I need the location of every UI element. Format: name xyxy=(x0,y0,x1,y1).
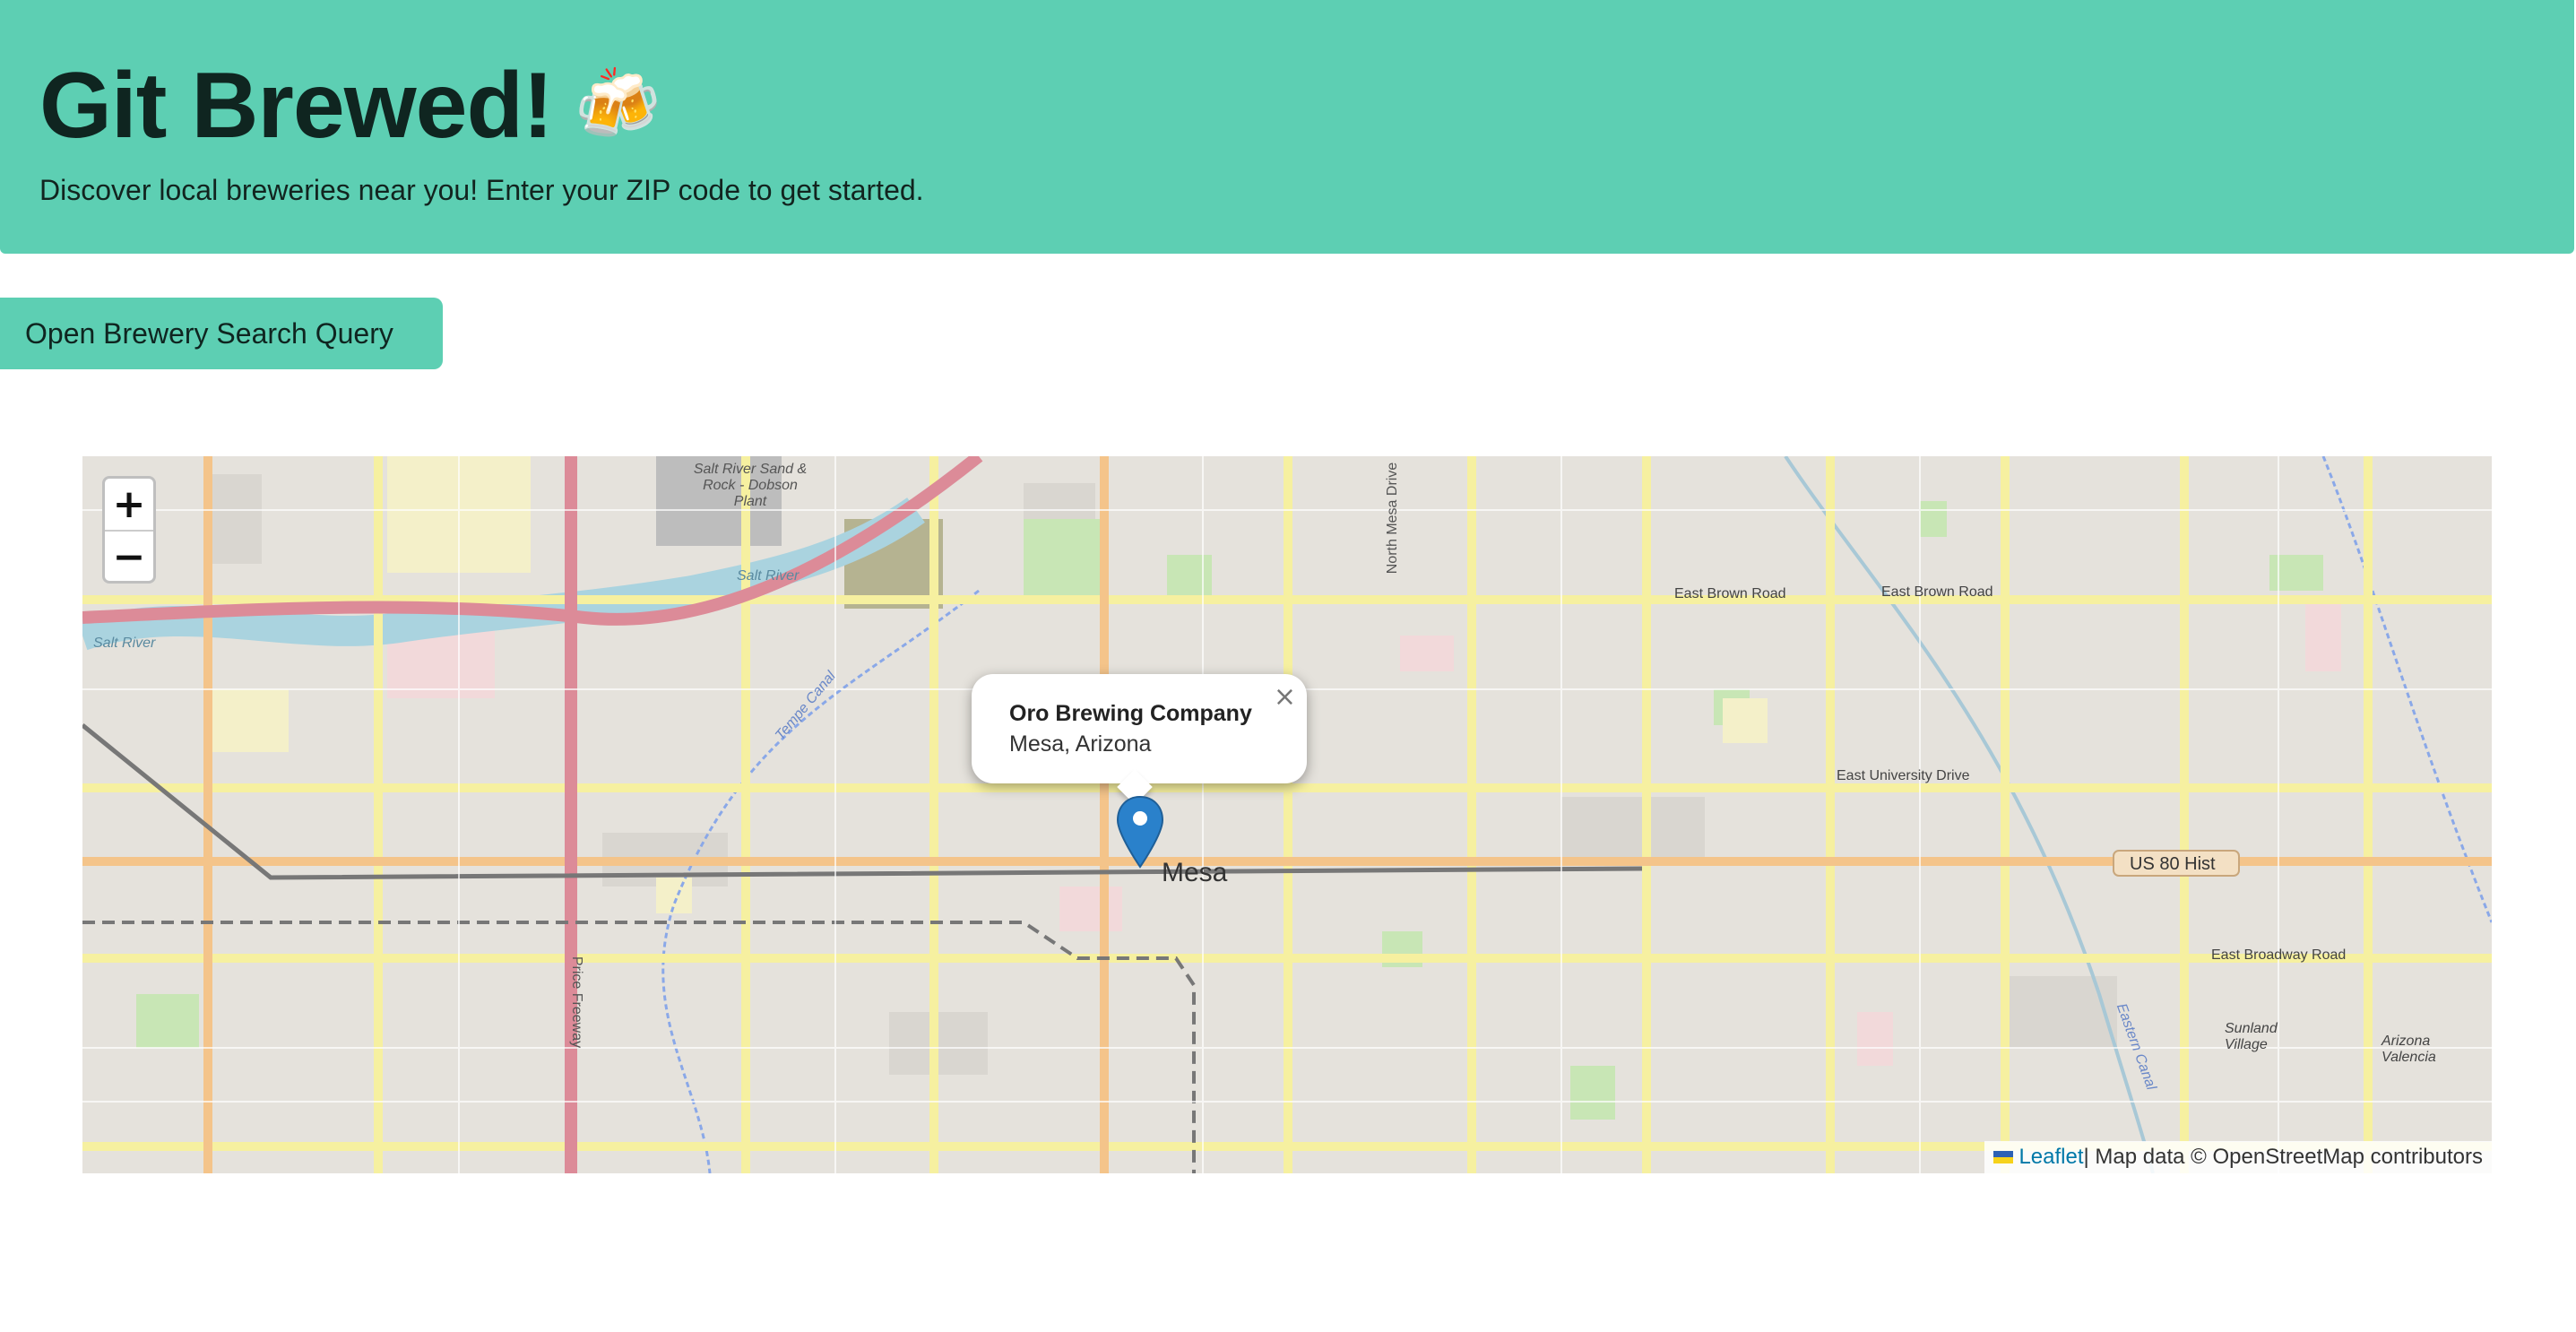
hero-header: Git Brewed! 🍻 Discover local breweries ne… xyxy=(0,0,2574,254)
map-label-north-mesa: North Mesa Drive xyxy=(1385,462,1401,575)
map-label-sunland: Sunland Village xyxy=(2225,1021,2278,1052)
map-label-city: Mesa xyxy=(1162,858,1228,887)
map-label-east-university: East University Drive xyxy=(1837,768,1970,783)
map-marker-icon[interactable] xyxy=(1116,795,1164,869)
map-label-salt-river: Salt River xyxy=(93,636,156,651)
brewery-map[interactable]: Mesa US 80 Hist East Brown Road East Bro… xyxy=(82,456,2492,1173)
popup-close-icon[interactable]: × xyxy=(1274,681,1296,713)
open-brewery-search-button[interactable]: Open Brewery Search Query xyxy=(0,298,443,369)
map-label-salt-river-2: Salt River xyxy=(737,568,800,584)
map-label-east-broadway: East Broadway Road xyxy=(2211,947,2347,963)
map-label-arizona-valencia: Arizona Valencia xyxy=(2382,1034,2436,1065)
leaflet-link[interactable]: Leaflet xyxy=(2018,1145,2083,1170)
title-text: Git Brewed! xyxy=(39,54,554,158)
map-label-plant: Salt River Sand & Rock - Dobson Plant xyxy=(693,462,808,509)
zoom-in-button[interactable]: + xyxy=(105,479,153,532)
map-label-east-brown-1: East Brown Road xyxy=(1674,586,1786,601)
map-label-price-freeway: Price Freeway xyxy=(569,956,585,1049)
map-attribution: Leaflet | Map data © OpenStreetMap contr… xyxy=(1984,1141,2492,1173)
popup-brewery-location: Mesa, Arizona xyxy=(1009,731,1152,757)
brewery-popup: Oro Brewing Company Mesa, Arizona × xyxy=(972,674,1307,805)
map-tiles[interactable] xyxy=(82,456,2492,1173)
map-label-east-brown-2: East Brown Road xyxy=(1881,584,1993,600)
popup-brewery-name: Oro Brewing Company xyxy=(1009,701,1252,726)
page-title: Git Brewed! 🍻 xyxy=(39,50,661,160)
beer-mugs-icon: 🍻 xyxy=(574,65,661,143)
ukraine-flag-icon xyxy=(1993,1151,2014,1163)
zoom-control: + − xyxy=(102,476,156,584)
page-subtitle: Discover local breweries near you! Enter… xyxy=(39,174,924,206)
map-label-us80: US 80 Hist xyxy=(2130,854,2216,874)
attribution-text: | Map data © OpenStreetMap contributors xyxy=(2083,1145,2483,1169)
zoom-out-button[interactable]: − xyxy=(105,532,153,583)
